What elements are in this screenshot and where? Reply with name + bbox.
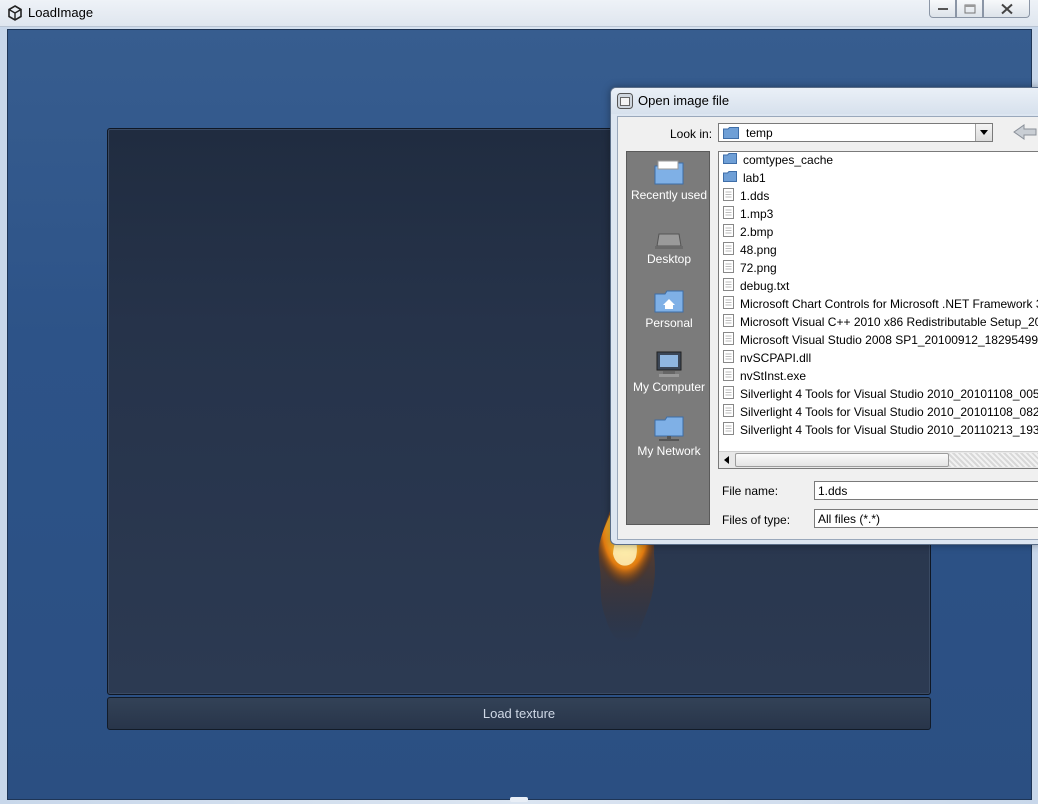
file-list-item-name: nvSCPAPI.dll — [740, 351, 812, 365]
scrollbar-track[interactable] — [949, 453, 1038, 467]
folder-icon — [723, 170, 737, 185]
minimize-button[interactable] — [929, 0, 956, 18]
recently-used-icon — [654, 160, 684, 185]
file-list-item-name: Microsoft Visual C++ 2010 x86 Redistribu… — [740, 315, 1038, 329]
look-in-dropdown[interactable]: temp — [718, 123, 993, 142]
place-recently-used[interactable]: Recently used — [627, 160, 711, 202]
file-list-item[interactable]: nvStInst.exe — [723, 368, 806, 386]
file-name-label: File name: — [722, 484, 779, 498]
dialog-window-icon — [617, 93, 633, 109]
places-sidebar: Recently used Desktop Personal My Comput… — [626, 151, 710, 525]
file-icon — [723, 350, 734, 366]
dialog-titlebar: Open image file — [611, 88, 1038, 114]
file-icon — [723, 422, 734, 438]
file-list-item-name: Silverlight 4 Tools for Visual Studio 20… — [740, 387, 1038, 401]
close-icon — [1000, 3, 1013, 14]
file-list-item-name: Silverlight 4 Tools for Visual Studio 20… — [740, 405, 1038, 419]
file-list-item-name: 72.png — [740, 261, 777, 275]
place-desktop[interactable]: Desktop — [627, 230, 711, 266]
place-personal[interactable]: Personal — [627, 288, 711, 330]
place-label: My Computer — [632, 380, 706, 394]
file-list-item-name: Silverlight 4 Tools for Visual Studio 20… — [740, 423, 1038, 437]
file-icon — [723, 368, 734, 384]
close-button[interactable] — [983, 0, 1030, 18]
look-in-value: temp — [746, 126, 773, 140]
window-title: LoadImage — [28, 5, 94, 20]
my-network-icon — [654, 416, 684, 441]
files-of-type-label: Files of type: — [722, 513, 791, 527]
file-list-item[interactable]: lab1 — [723, 170, 766, 188]
personal-folder-icon — [654, 290, 684, 313]
chevron-down-icon[interactable] — [975, 124, 992, 141]
file-list: comtypes_cache lab1 1.dds 1.mp3 2.bmp 48.png 7… — [718, 151, 1038, 469]
place-label: Desktop — [646, 252, 692, 266]
file-list-item[interactable]: Silverlight 4 Tools for Visual Studio 20… — [723, 386, 1038, 404]
minimize-icon — [937, 7, 948, 10]
file-list-item[interactable]: 1.dds — [723, 188, 769, 206]
file-list-item[interactable]: Microsoft Visual C++ 2010 x86 Redistribu… — [723, 314, 1038, 332]
files-of-type-dropdown[interactable]: All files (*.*) — [814, 509, 1038, 528]
file-list-item[interactable]: debug.txt — [723, 278, 789, 296]
file-list-item-name: 48.png — [740, 243, 777, 257]
load-texture-button[interactable]: Load texture — [107, 697, 931, 730]
file-list-item[interactable]: Microsoft Visual Studio 2008 SP1_2010091… — [723, 332, 1038, 350]
file-icon — [723, 404, 734, 420]
resize-grip[interactable] — [510, 797, 528, 802]
file-list-item-name: 1.dds — [740, 189, 770, 203]
place-label: Recently used — [630, 188, 708, 202]
place-label: My Network — [637, 444, 701, 458]
file-icon — [723, 260, 734, 276]
file-list-item-name: 2.bmp — [740, 225, 774, 239]
file-list-item[interactable]: 48.png — [723, 242, 777, 260]
open-image-file-dialog: Open image file Look in: temp Recently u… — [610, 87, 1038, 545]
file-list-item-name: debug.txt — [740, 279, 790, 293]
dialog-body: Look in: temp Recently used Desktop Pers… — [617, 116, 1038, 540]
window-titlebar: LoadImage — [0, 0, 1038, 27]
folder-icon — [723, 127, 739, 139]
file-icon — [723, 278, 734, 294]
scroll-left-arrow-icon[interactable] — [719, 452, 735, 468]
folder-icon — [723, 152, 737, 167]
file-icon — [723, 206, 734, 222]
file-list-item[interactable]: Microsoft Chart Controls for Microsoft .… — [723, 296, 1038, 314]
scrollbar-thumb[interactable] — [735, 453, 949, 467]
dialog-title: Open image file — [638, 93, 730, 108]
file-list-item-name: lab1 — [743, 170, 766, 185]
look-in-label: Look in: — [670, 127, 713, 141]
place-my-computer[interactable]: My Computer — [627, 350, 711, 394]
place-my-network[interactable]: My Network — [627, 414, 711, 458]
file-list-item-name: comtypes_cache — [743, 152, 834, 167]
my-computer-icon — [656, 351, 682, 377]
file-list-item-name: Microsoft Chart Controls for Microsoft .… — [740, 297, 1038, 311]
file-icon — [723, 314, 734, 330]
maximize-button[interactable] — [956, 0, 983, 18]
desktop-icon — [655, 233, 683, 249]
file-list-item[interactable]: 1.mp3 — [723, 206, 773, 224]
unity-app-icon — [6, 4, 24, 22]
file-list-item[interactable]: 2.bmp — [723, 224, 773, 242]
file-list-item[interactable]: 72.png — [723, 260, 777, 278]
file-icon — [723, 386, 734, 402]
file-list-item-name: Microsoft Visual Studio 2008 SP1_2010091… — [740, 333, 1038, 347]
file-icon — [723, 188, 734, 204]
file-icon — [723, 296, 734, 312]
file-list-item[interactable]: nvSCPAPI.dll — [723, 350, 811, 368]
file-icon — [723, 242, 734, 258]
file-list-item[interactable]: comtypes_cache — [723, 152, 833, 170]
file-name-input[interactable]: 1.dds — [814, 481, 1038, 500]
file-list-item[interactable]: Silverlight 4 Tools for Visual Studio 20… — [723, 422, 1038, 440]
file-icon — [723, 332, 734, 348]
file-list-item-name: 1.mp3 — [740, 207, 774, 221]
back-arrow-icon[interactable] — [1010, 121, 1038, 143]
maximize-icon — [964, 4, 975, 13]
file-list-item[interactable]: Silverlight 4 Tools for Visual Studio 20… — [723, 404, 1038, 422]
horizontal-scrollbar[interactable] — [719, 451, 1038, 468]
place-label: Personal — [645, 316, 693, 330]
file-icon — [723, 224, 734, 240]
file-list-item-name: nvStInst.exe — [740, 369, 807, 383]
